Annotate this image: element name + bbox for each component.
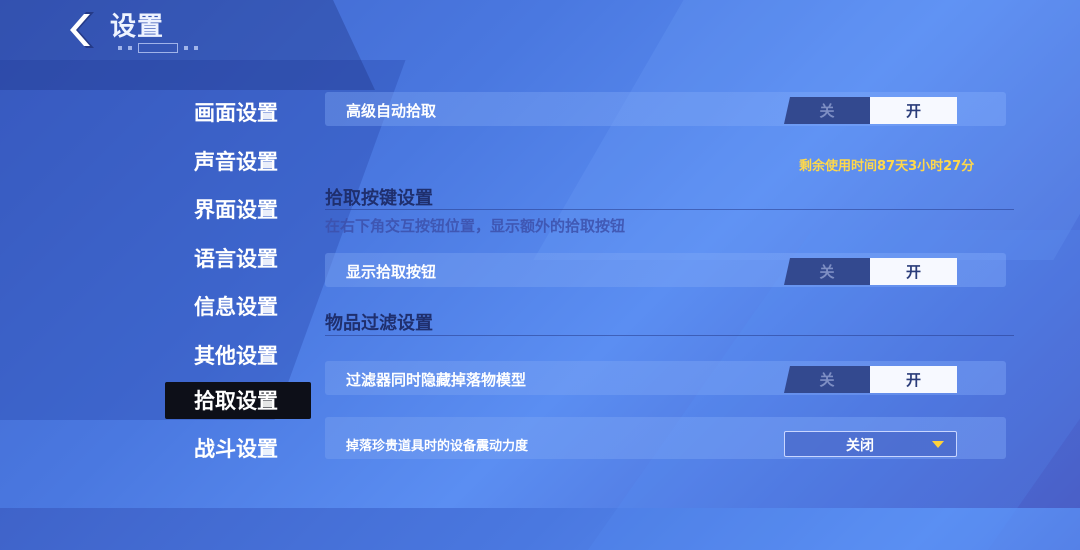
title-decoration <box>118 43 198 53</box>
chevron-left-icon <box>70 12 94 48</box>
sidebar-item-message[interactable]: 信息设置 <box>165 284 311 328</box>
vibration-dropdown[interactable]: 关闭 <box>784 431 957 457</box>
page-title: 设置 <box>110 12 165 42</box>
show-pickup-button-toggle[interactable]: 关 开 <box>784 258 957 285</box>
setting-row-show-pickup-button: 显示拾取按钮 关 开 <box>325 253 1006 287</box>
remaining-time-text: 剩余使用时间87天3小时27分 <box>799 159 975 174</box>
setting-label: 掉落珍贵道具时的设备震动力度 <box>346 439 529 454</box>
dropdown-arrow-icon <box>932 441 944 448</box>
sidebar-item-sound[interactable]: 声音设置 <box>165 139 311 183</box>
hide-drop-model-toggle[interactable]: 关 开 <box>784 366 957 393</box>
toggle-off-option[interactable]: 关 <box>784 366 870 393</box>
settings-sidebar: 画面设置 声音设置 界面设置 语言设置 信息设置 其他设置 拾取设置 战斗设置 <box>165 90 311 465</box>
setting-label: 高级自动拾取 <box>346 102 437 120</box>
sidebar-item-display[interactable]: 画面设置 <box>165 90 311 134</box>
dropdown-value: 关闭 <box>846 438 874 454</box>
advanced-pickup-toggle[interactable]: 关 开 <box>784 97 957 124</box>
sidebar-item-other[interactable]: 其他设置 <box>165 333 311 377</box>
section-divider <box>325 335 1014 336</box>
toggle-on-option[interactable]: 开 <box>870 366 957 393</box>
sidebar-item-combat[interactable]: 战斗设置 <box>165 429 311 461</box>
setting-label: 过滤器同时隐藏掉落物模型 <box>346 371 527 389</box>
setting-row-hide-drop-model: 过滤器同时隐藏掉落物模型 关 开 <box>325 361 1006 395</box>
section-title-pickup-key: 拾取按键设置 <box>325 188 433 209</box>
toggle-on-option[interactable]: 开 <box>870 97 957 124</box>
section-title-item-filter: 物品过滤设置 <box>325 313 433 334</box>
back-button[interactable] <box>58 8 102 52</box>
sidebar-item-interface[interactable]: 界面设置 <box>165 187 311 231</box>
setting-row-advanced-pickup: 高级自动拾取 关 开 <box>325 92 1006 126</box>
toggle-off-option[interactable]: 关 <box>784 97 870 124</box>
section-divider <box>325 209 1014 210</box>
sidebar-item-pickup[interactable]: 拾取设置 <box>165 381 311 419</box>
toggle-off-option[interactable]: 关 <box>784 258 870 285</box>
section-description: 在右下角交互按钮位置，显示额外的拾取按钮 <box>325 217 626 235</box>
setting-label: 显示拾取按钮 <box>346 263 437 281</box>
setting-row-vibration: 掉落珍贵道具时的设备震动力度 关闭 <box>325 417 1006 459</box>
sidebar-item-language[interactable]: 语言设置 <box>165 236 311 280</box>
toggle-on-option[interactable]: 开 <box>870 258 957 285</box>
